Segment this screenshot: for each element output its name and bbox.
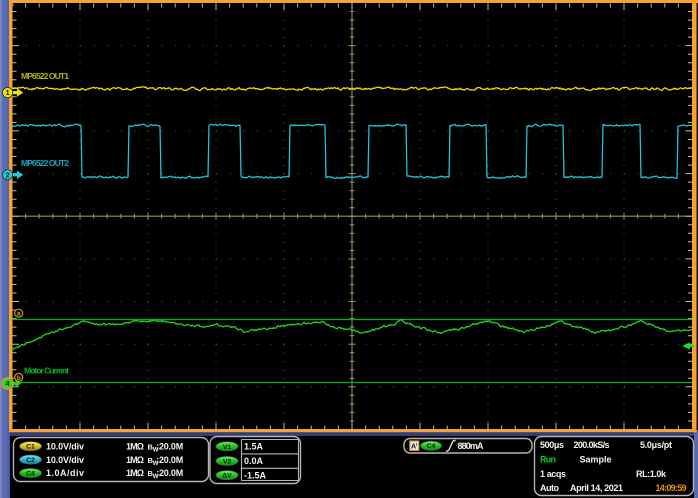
svg-text:1.0A/div: 1.0A/div	[46, 468, 84, 478]
svg-text:ΔV: ΔV	[222, 473, 232, 480]
svg-text:1 acqs: 1 acqs	[540, 469, 566, 479]
svg-text:C4: C4	[427, 443, 436, 450]
svg-text:200.0kS/s: 200.0kS/s	[574, 440, 610, 450]
svg-text:1MΩ: 1MΩ	[126, 468, 144, 478]
svg-text:Auto: Auto	[540, 483, 560, 493]
svg-text:10.0V/div: 10.0V/div	[46, 455, 84, 465]
svg-text:Sample: Sample	[580, 455, 612, 465]
svg-text:C1: C1	[26, 444, 35, 451]
svg-text:Motor Current: Motor Current	[24, 366, 69, 376]
svg-text:2: 2	[6, 170, 10, 179]
svg-text:C2: C2	[26, 457, 35, 464]
svg-text:0.0A: 0.0A	[244, 456, 264, 466]
svg-text:14:09:59: 14:09:59	[656, 483, 687, 493]
svg-text:1MΩ: 1MΩ	[126, 455, 144, 465]
svg-text::20.0M: :20.0M	[156, 455, 183, 465]
svg-text:MP6522 OUT2: MP6522 OUT2	[21, 158, 69, 168]
svg-text:April 14, 2021: April 14, 2021	[570, 483, 623, 493]
svg-text:5.0μs/pt: 5.0μs/pt	[640, 440, 672, 450]
svg-text:b: b	[17, 375, 21, 382]
svg-text:10.0V/div: 10.0V/div	[46, 441, 84, 451]
svg-text:MP6522 OUT1: MP6522 OUT1	[21, 71, 69, 81]
svg-text:a: a	[17, 311, 21, 318]
svg-text:500μs: 500μs	[540, 440, 564, 450]
svg-text:V1: V1	[223, 444, 232, 451]
svg-text:C4: C4	[26, 470, 35, 477]
svg-text::20.0M: :20.0M	[156, 468, 183, 478]
svg-text:-1.5A: -1.5A	[244, 470, 267, 480]
svg-text:RL:1.0k: RL:1.0k	[636, 469, 667, 479]
svg-text::20.0M: :20.0M	[156, 441, 183, 451]
svg-text:1MΩ: 1MΩ	[126, 441, 144, 451]
svg-text:880mA: 880mA	[458, 441, 485, 451]
svg-text:1: 1	[6, 88, 10, 97]
svg-text:Run: Run	[540, 455, 556, 465]
svg-text:V2: V2	[223, 458, 232, 465]
svg-text:A’: A’	[411, 443, 418, 450]
svg-text:1.5A: 1.5A	[244, 442, 264, 452]
